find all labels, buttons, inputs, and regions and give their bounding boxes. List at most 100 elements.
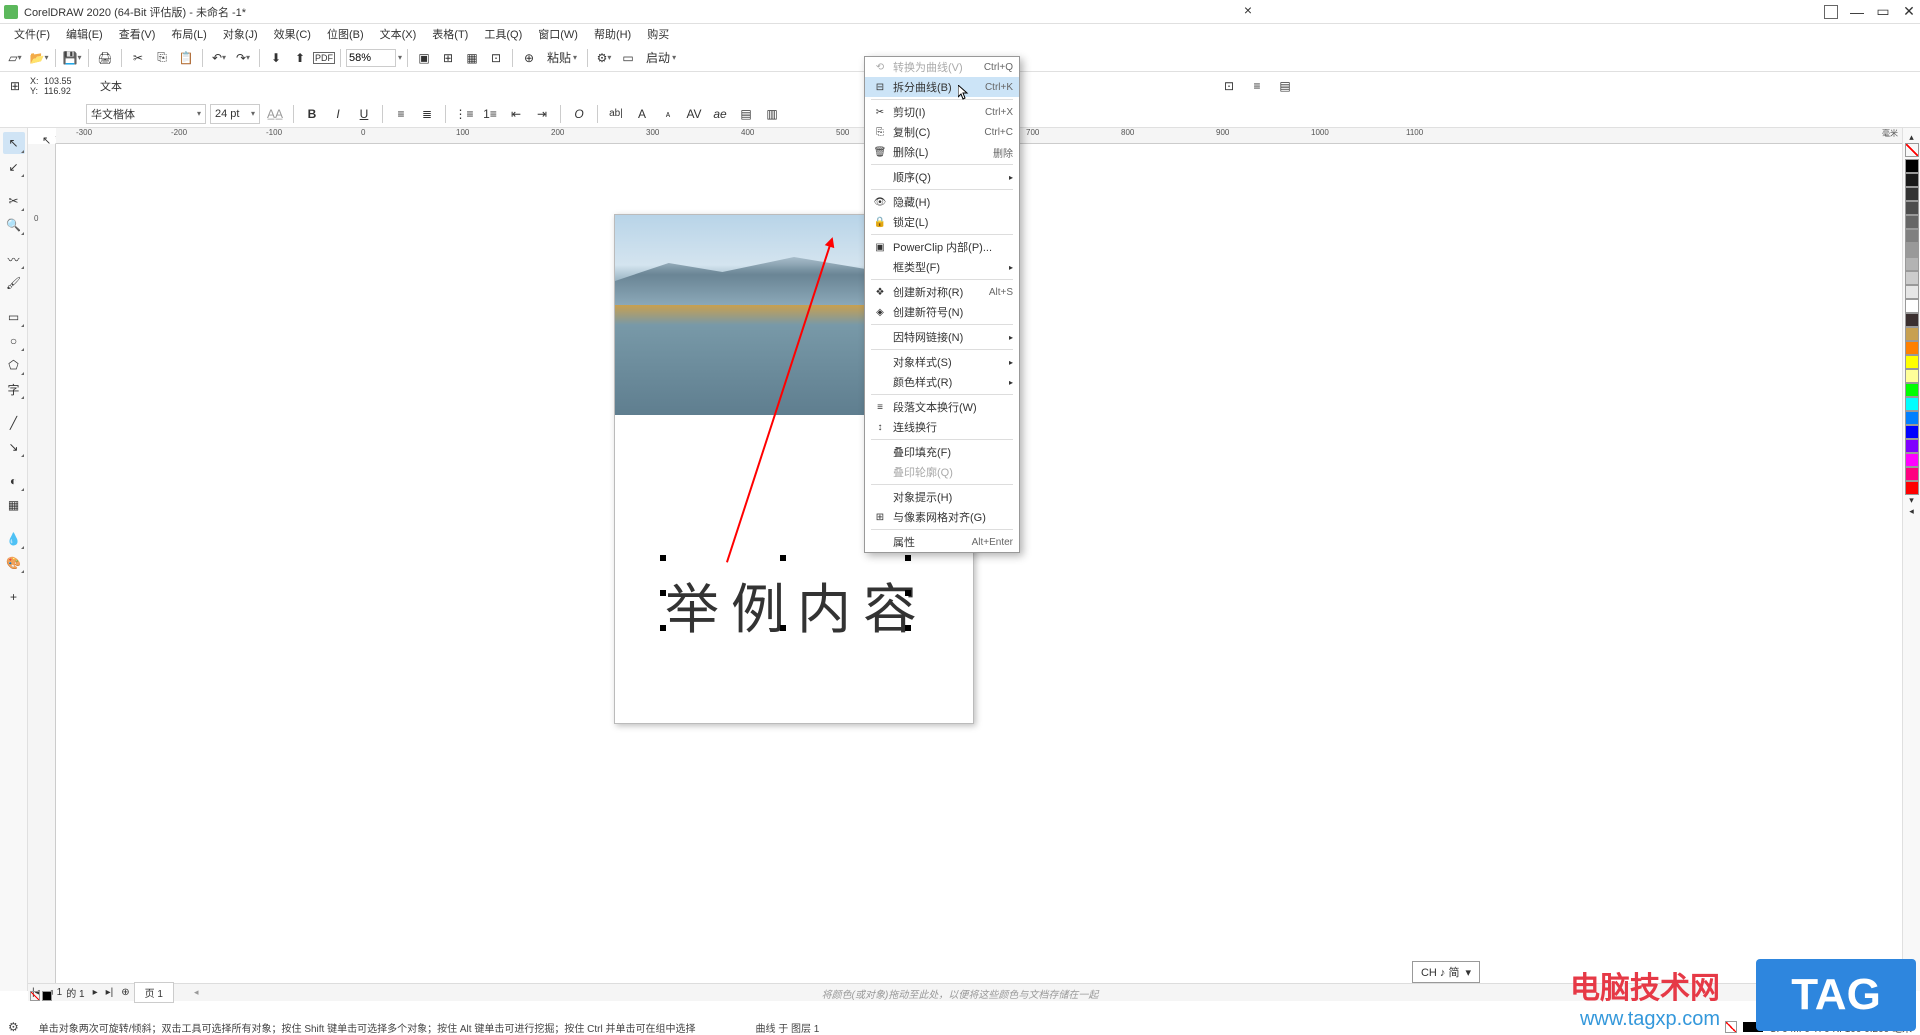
indent-button[interactable]: ⇤ [505,103,527,125]
polygon-tool[interactable]: ⬠ [3,354,25,376]
context-menu-item[interactable]: ❖创建新对称(R)Alt+S [865,282,1019,302]
color-swatch[interactable] [1905,257,1919,271]
dimension-tool[interactable]: ╱ [3,412,25,434]
color-swatch[interactable] [1905,397,1919,411]
maximize-button[interactable]: ▭ [1876,5,1890,19]
context-menu-item[interactable]: 属性Alt+Enter [865,532,1019,552]
paste-button[interactable]: 📋 [175,47,197,69]
color-swatch[interactable] [1905,425,1919,439]
menu-table[interactable]: 表格(T) [426,24,474,44]
color-swatch[interactable] [1905,327,1919,341]
font-color-button[interactable]: A̲A̲ [264,103,286,125]
palette-flyout-icon[interactable]: ◂ [1909,506,1914,517]
export-button[interactable]: ⬆ [289,47,311,69]
selection-handle[interactable] [780,555,786,561]
transparency-tool[interactable]: ▦ [3,494,25,516]
pdf-button[interactable]: PDF [313,47,335,69]
bullet-list-button[interactable]: ⋮≡ [453,103,475,125]
ime-indicator[interactable]: CH ♪ 简▾ [1412,961,1480,983]
doc-window-icon[interactable] [1824,5,1838,19]
menu-view[interactable]: 查看(V) [113,24,162,44]
rectangle-tool[interactable]: ▭ [3,306,25,328]
page-tab[interactable]: 页 1 [134,982,174,1003]
rulers-button[interactable]: ⊞ [437,47,459,69]
color-swatch[interactable] [1905,313,1919,327]
align-center-button[interactable]: ≣ [416,103,438,125]
arrange-button[interactable]: ▤ [1274,75,1296,97]
caps-button[interactable]: A [631,103,653,125]
color-swatch[interactable] [1905,481,1919,495]
menu-layout[interactable]: 布局(L) [165,24,212,44]
context-menu-item[interactable]: ✂剪切(I)Ctrl+X [865,102,1019,122]
selection-handle[interactable] [905,625,911,631]
selection-handle[interactable] [905,590,911,596]
ellipse-tool[interactable]: ○ [3,330,25,352]
grid-display-icon[interactable]: ⊞ [4,75,26,97]
options-button[interactable]: ⚙▾ [593,47,615,69]
underline-button[interactable]: U [353,103,375,125]
menu-help[interactable]: 帮助(H) [588,24,637,44]
property-close-button[interactable]: × [1244,2,1252,18]
snap-button[interactable]: ⊕ [518,47,540,69]
shape-tool[interactable]: ↙ [3,156,25,178]
ab-button[interactable]: ab| [605,103,627,125]
context-menu-item[interactable]: 颜色样式(R)▸ [865,372,1019,392]
color-swatch[interactable] [1905,271,1919,285]
context-menu-item[interactable]: ⊞与像素网格对齐(G) [865,507,1019,527]
color-swatch[interactable] [1905,355,1919,369]
align-button[interactable]: ≡ [1246,75,1268,97]
color-swatch[interactable] [1905,201,1919,215]
selection-handle[interactable] [905,555,911,561]
menu-object[interactable]: 对象(J) [217,24,264,44]
launch-dropdown[interactable]: 启动▾ [641,46,681,69]
context-menu-item[interactable]: 顺序(Q)▸ [865,167,1019,187]
color-swatch[interactable] [1905,159,1919,173]
menu-effects[interactable]: 效果(C) [268,24,317,44]
grid-button[interactable]: ▦ [461,47,483,69]
pick-tool[interactable]: ↖ [3,132,25,154]
fullscreen-button[interactable]: ▣ [413,47,435,69]
text-tool[interactable]: 字 [3,378,25,400]
copy-button[interactable]: ⎘ [151,47,173,69]
fill-indicator[interactable] [1725,1021,1737,1033]
minimize-button[interactable]: — [1850,5,1864,19]
print-button[interactable]: 🖨 [94,47,116,69]
next-page-button[interactable]: ▸ [89,987,102,998]
context-menu-item[interactable]: 🔒锁定(L) [865,212,1019,232]
last-page-button[interactable]: ▸| [102,987,118,998]
open-button[interactable]: 📂▾ [28,47,50,69]
color-swatch[interactable] [1905,439,1919,453]
bold-button[interactable]: B [301,103,323,125]
new-button[interactable]: ▱▾ [4,47,26,69]
menu-window[interactable]: 窗口(W) [532,24,584,44]
doc-no-color[interactable] [30,991,40,1001]
add-tool-button[interactable]: + [3,586,25,608]
menu-edit[interactable]: 编辑(E) [60,24,109,44]
columns-button[interactable]: ▥ [761,103,783,125]
freehand-tool[interactable]: 〰 [3,248,25,270]
small-caps-button[interactable]: ᴀ [657,103,679,125]
zoom-dropdown-icon[interactable]: ▾ [398,53,402,62]
doc-swatch-black[interactable] [42,991,52,1001]
gear-icon[interactable]: ⚙ [8,1020,19,1034]
opentype-button[interactable]: O [568,103,590,125]
color-swatch[interactable] [1905,467,1919,481]
cut-button[interactable]: ✂ [127,47,149,69]
color-swatch[interactable] [1905,187,1919,201]
color-swatch[interactable] [1905,383,1919,397]
context-menu-item[interactable]: ⊟拆分曲线(B)Ctrl+K [865,77,1019,97]
kerning-button[interactable]: AV [683,103,705,125]
fill-tool[interactable]: 🎨 [3,552,25,574]
context-menu-item[interactable]: 因特网链接(N)▸ [865,327,1019,347]
connector-tool[interactable]: ↘ [3,436,25,458]
context-menu-item[interactable]: ◈创建新符号(N) [865,302,1019,322]
color-swatch[interactable] [1905,243,1919,257]
artistic-media-tool[interactable]: 🖌 [3,272,25,294]
palette-down-icon[interactable]: ▾ [1909,495,1914,506]
ligature-button[interactable]: ae [709,103,731,125]
launch-icon[interactable]: ▭ [617,47,639,69]
guidelines-button[interactable]: ⊡ [485,47,507,69]
italic-button[interactable]: I [327,103,349,125]
crop-tool[interactable]: ✂ [3,190,25,212]
selection-handle[interactable] [660,555,666,561]
